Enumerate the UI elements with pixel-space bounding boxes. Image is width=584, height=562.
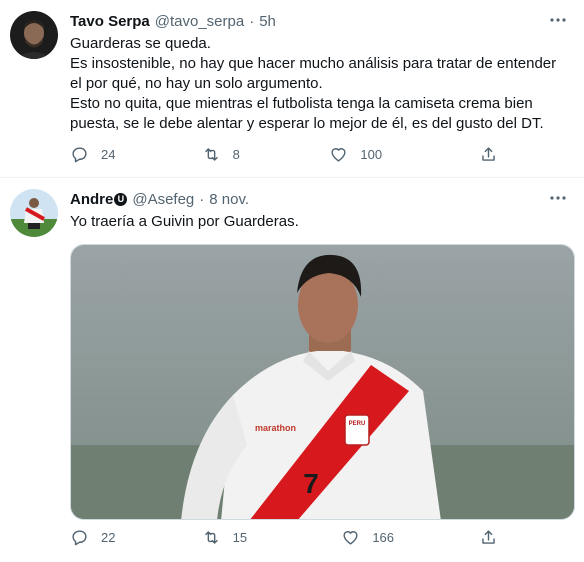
like-count: 100 [360,146,383,162]
player-photo: marathon PERU 7 [71,245,574,519]
avatar-image [10,11,58,59]
reply-button[interactable]: 24 [70,143,202,165]
tweet-line: Guarderas se queda. [70,35,211,52]
reply-count: 24 [101,146,116,162]
jersey-sponsor: marathon [255,423,296,433]
reply-button[interactable]: 22 [70,526,202,548]
share-icon [482,146,495,161]
tweet-line: Es insostenible, no hay que hacer mucho … [70,55,557,92]
like-count: 166 [372,529,395,545]
tweet[interactable]: Tavo Serpa @tavo_serpa · 5h Guarderas se… [0,0,584,178]
retweet-count: 8 [232,146,240,162]
tweet-text: Yo traería a Guivin por Guarderas. [70,212,568,232]
share-icon [482,529,495,544]
tweet-actions: 22 15 166 [70,526,510,548]
retweet-icon [204,530,218,544]
tweet-line: Yo traería a Guivin por Guarderas. [70,213,299,230]
tweet-header: Andre U @Asefeg · 8 nov. [70,188,568,210]
retweet-count: 15 [232,529,248,545]
retweet-icon [204,147,218,161]
reply-icon [72,146,87,162]
avatar[interactable] [10,11,58,59]
timestamp[interactable]: 8 nov. [209,191,249,208]
share-button[interactable] [479,526,510,548]
more-icon[interactable] [548,188,568,208]
tweet-line: Esto no quita, que mientras el futbolist… [70,95,544,132]
tweet[interactable]: Andre U @Asefeg · 8 nov. Yo traería a Gu… [0,178,584,562]
handle[interactable]: @tavo_serpa [155,13,244,30]
jersey-crest: PERU [349,421,366,427]
separator: · [199,190,205,208]
like-button[interactable]: 100 [329,143,479,165]
more-icon[interactable] [548,10,568,30]
avatar-image [10,189,58,237]
separator: · [249,12,255,30]
like-button[interactable]: 166 [341,526,479,548]
retweet-button[interactable]: 15 [202,526,342,548]
avatar[interactable] [10,189,58,237]
like-icon [343,530,358,545]
tweet-text: Guarderas se queda. Es insostenible, no … [70,34,568,134]
tweet-actions: 24 8 100 [70,143,510,165]
handle[interactable]: @Asefeg [132,191,194,208]
timestamp[interactable]: 5h [259,13,276,30]
retweet-button[interactable]: 8 [202,143,330,165]
profile-badge: U [114,192,128,206]
display-name[interactable]: Andre [70,191,113,208]
tweet-header: Tavo Serpa @tavo_serpa · 5h [70,10,568,32]
reply-count: 22 [101,529,116,545]
share-button[interactable] [479,143,510,165]
display-name[interactable]: Tavo Serpa [70,13,150,30]
like-icon [331,147,346,162]
reply-icon [72,529,87,545]
tweet-photo[interactable]: marathon PERU 7 [70,244,575,520]
jersey-number: 7 [303,468,319,499]
